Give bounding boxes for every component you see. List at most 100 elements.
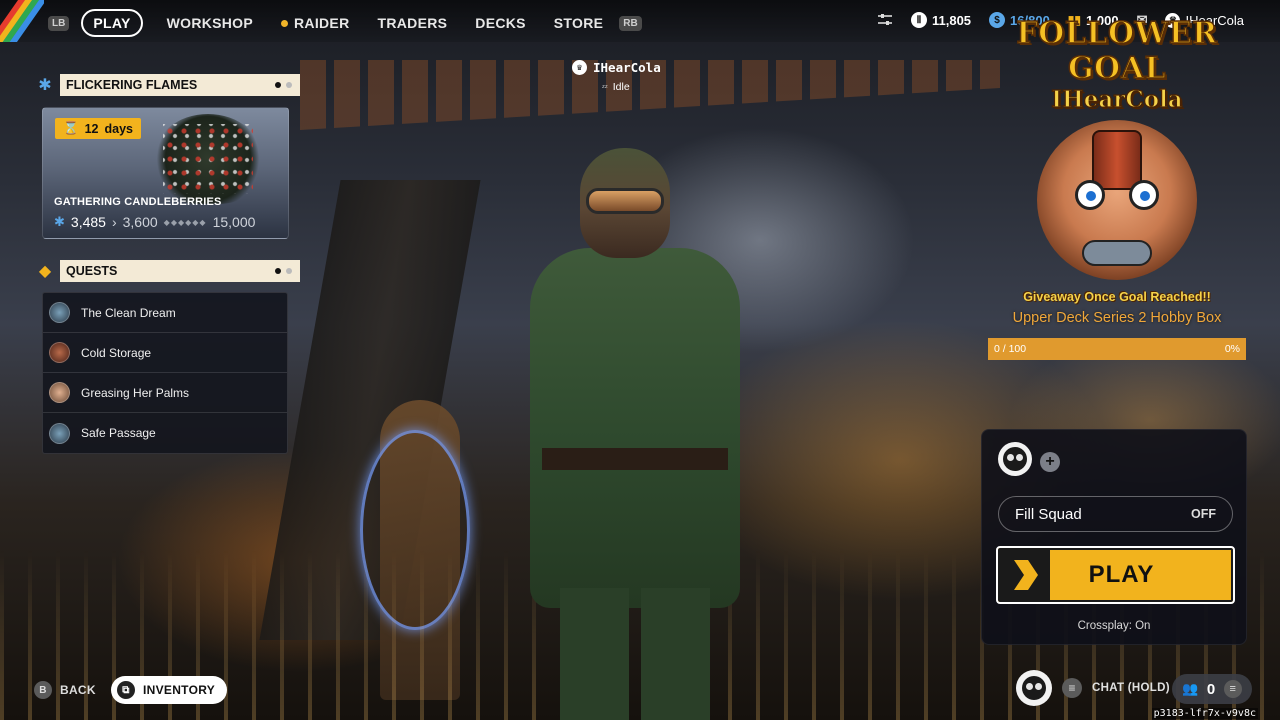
- quest-label: Cold Storage: [81, 345, 152, 360]
- goal-giveaway-text: Giveaway Once Goal Reached!!: [1023, 290, 1211, 304]
- b-key-icon: B: [34, 681, 52, 699]
- coins-counter: Ⅱ 11,805: [910, 12, 972, 28]
- goal-percent-text: 0%: [1224, 343, 1240, 355]
- goal-progress-text: 0 / 100: [994, 343, 1027, 355]
- chat-hold-label[interactable]: CHAT (HOLD): [1092, 682, 1170, 694]
- squad-leader-avatar[interactable]: [998, 442, 1032, 476]
- fill-squad-label: Fill Squad: [1015, 505, 1082, 523]
- add-squad-member-button[interactable]: +: [1040, 452, 1060, 472]
- gear-icon: ✱: [38, 77, 52, 94]
- quest-giver-avatar: [49, 342, 70, 363]
- goal-artwork: IHearCola Giveaway Once Goal Reached!!: [1007, 85, 1227, 306]
- quest-item[interactable]: Safe Passage: [43, 413, 287, 453]
- friends-button[interactable]: 👥 0 ≡: [1172, 674, 1252, 704]
- sliders-icon: [877, 14, 892, 25]
- hourglass-icon: ⌛: [63, 121, 79, 135]
- sleep-icon: ᶻᶻ: [602, 82, 608, 92]
- goal-title: FOLLOWER GOAL: [1016, 15, 1218, 87]
- chevron-right-icon: [1000, 550, 1050, 600]
- page-dots: [275, 82, 292, 88]
- avatar-face-icon: [1003, 447, 1027, 471]
- quest-giver-avatar: [49, 422, 70, 444]
- player-status: Idle: [612, 81, 630, 93]
- mascot-eye: [1129, 180, 1159, 210]
- event-progress: ✱ 3,485 › 3,600 ◆◆◆◆◆◆ 15,000: [54, 214, 255, 230]
- character-body: [530, 248, 740, 608]
- bottom-bar: B BACK ⧉ INVENTORY ≡ CHAT (HOLD) 👥 0 ≡ p…: [0, 660, 1280, 720]
- back-label: BACK: [60, 683, 96, 697]
- play-button-label: PLAY: [1088, 561, 1155, 588]
- gear-small-icon: ✱: [54, 214, 65, 229]
- crown-icon: ♛: [572, 60, 587, 75]
- event-header-label: FLICKERING FLAMES: [66, 78, 198, 92]
- days-value: 12: [84, 121, 99, 136]
- menu-key-icon: ≡: [1223, 680, 1242, 698]
- chat-area: ≡ CHAT (HOLD): [1016, 670, 1170, 706]
- quest-list: The Clean Dream Cold Storage Greasing He…: [42, 292, 288, 454]
- chevron-right-icon: ›: [111, 214, 117, 230]
- fill-squad-value: OFF: [1191, 507, 1216, 521]
- friends-icon: 👥: [1182, 681, 1199, 696]
- days-remaining-badge: ⌛ 12 days: [55, 118, 141, 139]
- player-status-row: ᶻᶻ Idle: [602, 81, 661, 93]
- view-key-icon: ⧉: [117, 681, 135, 699]
- build-id: p3183-lfr7x-v9v8c: [1151, 708, 1258, 719]
- gamepad-image: [1082, 240, 1152, 266]
- player-character: [520, 148, 750, 720]
- player-avatar[interactable]: [1016, 670, 1052, 706]
- tab-play[interactable]: PLAY: [81, 9, 143, 37]
- quest-item[interactable]: The Clean Dream: [43, 293, 287, 333]
- menu-key-icon: ≡: [1062, 678, 1082, 698]
- avatar-face-icon: [1022, 676, 1046, 700]
- days-unit: days: [104, 121, 133, 136]
- event-header: ✱ FLICKERING FLAMES: [34, 74, 300, 96]
- coin-icon: Ⅱ: [910, 12, 927, 28]
- event-next: 3,600: [122, 214, 158, 230]
- tab-workshop[interactable]: WORKSHOP: [167, 15, 253, 31]
- player-nametag: ♛ IHearCola ᶻᶻ Idle: [572, 60, 661, 93]
- goal-streamer-name: IHearCola: [1051, 85, 1184, 113]
- tab-decks[interactable]: DECKS: [475, 15, 526, 31]
- quests-page-dots: [275, 268, 292, 274]
- mascot-eye: [1075, 180, 1105, 210]
- quest-label: Safe Passage: [81, 426, 156, 440]
- back-button[interactable]: B BACK: [34, 681, 96, 699]
- quests-header-label: QUESTS: [66, 264, 118, 278]
- goal-prize: Upper Deck Series 2 Hobby Box: [1012, 310, 1222, 326]
- coins-value: 11,805: [931, 12, 972, 28]
- fill-squad-toggle[interactable]: Fill Squad OFF: [998, 496, 1233, 532]
- candleberry-bush-image: [153, 114, 263, 204]
- player-name-row: ♛ IHearCola: [572, 60, 661, 75]
- soda-can-image: [1092, 130, 1142, 190]
- character-belt: [542, 448, 728, 470]
- crossplay-status: Crossplay: On: [1077, 620, 1151, 632]
- play-button[interactable]: PLAY: [996, 546, 1235, 604]
- rb-key[interactable]: RB: [619, 15, 642, 31]
- tab-raider-label: RAIDER: [294, 15, 350, 31]
- event-title: GATHERING CANDLEBERRIES: [54, 196, 222, 208]
- quest-giver-avatar: [49, 302, 70, 323]
- tab-traders[interactable]: TRADERS: [378, 15, 448, 31]
- settings-sliders[interactable]: [877, 13, 893, 27]
- quest-item[interactable]: Greasing Her Palms: [43, 373, 287, 413]
- tab-raider[interactable]: RAIDER: [281, 15, 349, 31]
- character-goggles: [586, 188, 664, 214]
- follower-goal-overlay: FOLLOWER GOAL IHearCola Giveaway Once Go…: [988, 15, 1246, 360]
- raider-dot-icon: [281, 19, 289, 27]
- friends-count: 0: [1206, 680, 1216, 698]
- event-card[interactable]: ⌛ 12 days GATHERING CANDLEBERRIES ✱ 3,48…: [42, 107, 289, 239]
- quest-label: Greasing Her Palms: [81, 385, 190, 400]
- quest-item[interactable]: Cold Storage: [43, 333, 287, 373]
- lb-key[interactable]: LB: [48, 15, 70, 31]
- player-name: IHearCola: [593, 60, 661, 75]
- goal-progress-bar: 0 / 100 0%: [988, 338, 1246, 360]
- main-nav: LB PLAY WORKSHOP RAIDER TRADERS DECKS ST…: [48, 9, 642, 37]
- quests-header: ◆ QUESTS: [34, 260, 300, 282]
- inventory-button[interactable]: ⧉ INVENTORY: [111, 676, 228, 704]
- quests-header-bar[interactable]: QUESTS: [60, 260, 300, 282]
- brand-stripes: [0, 0, 44, 42]
- event-max: 15,000: [212, 214, 256, 230]
- event-current: 3,485: [70, 214, 106, 230]
- event-header-bar[interactable]: FLICKERING FLAMES: [60, 74, 300, 96]
- tab-store[interactable]: STORE: [554, 15, 603, 31]
